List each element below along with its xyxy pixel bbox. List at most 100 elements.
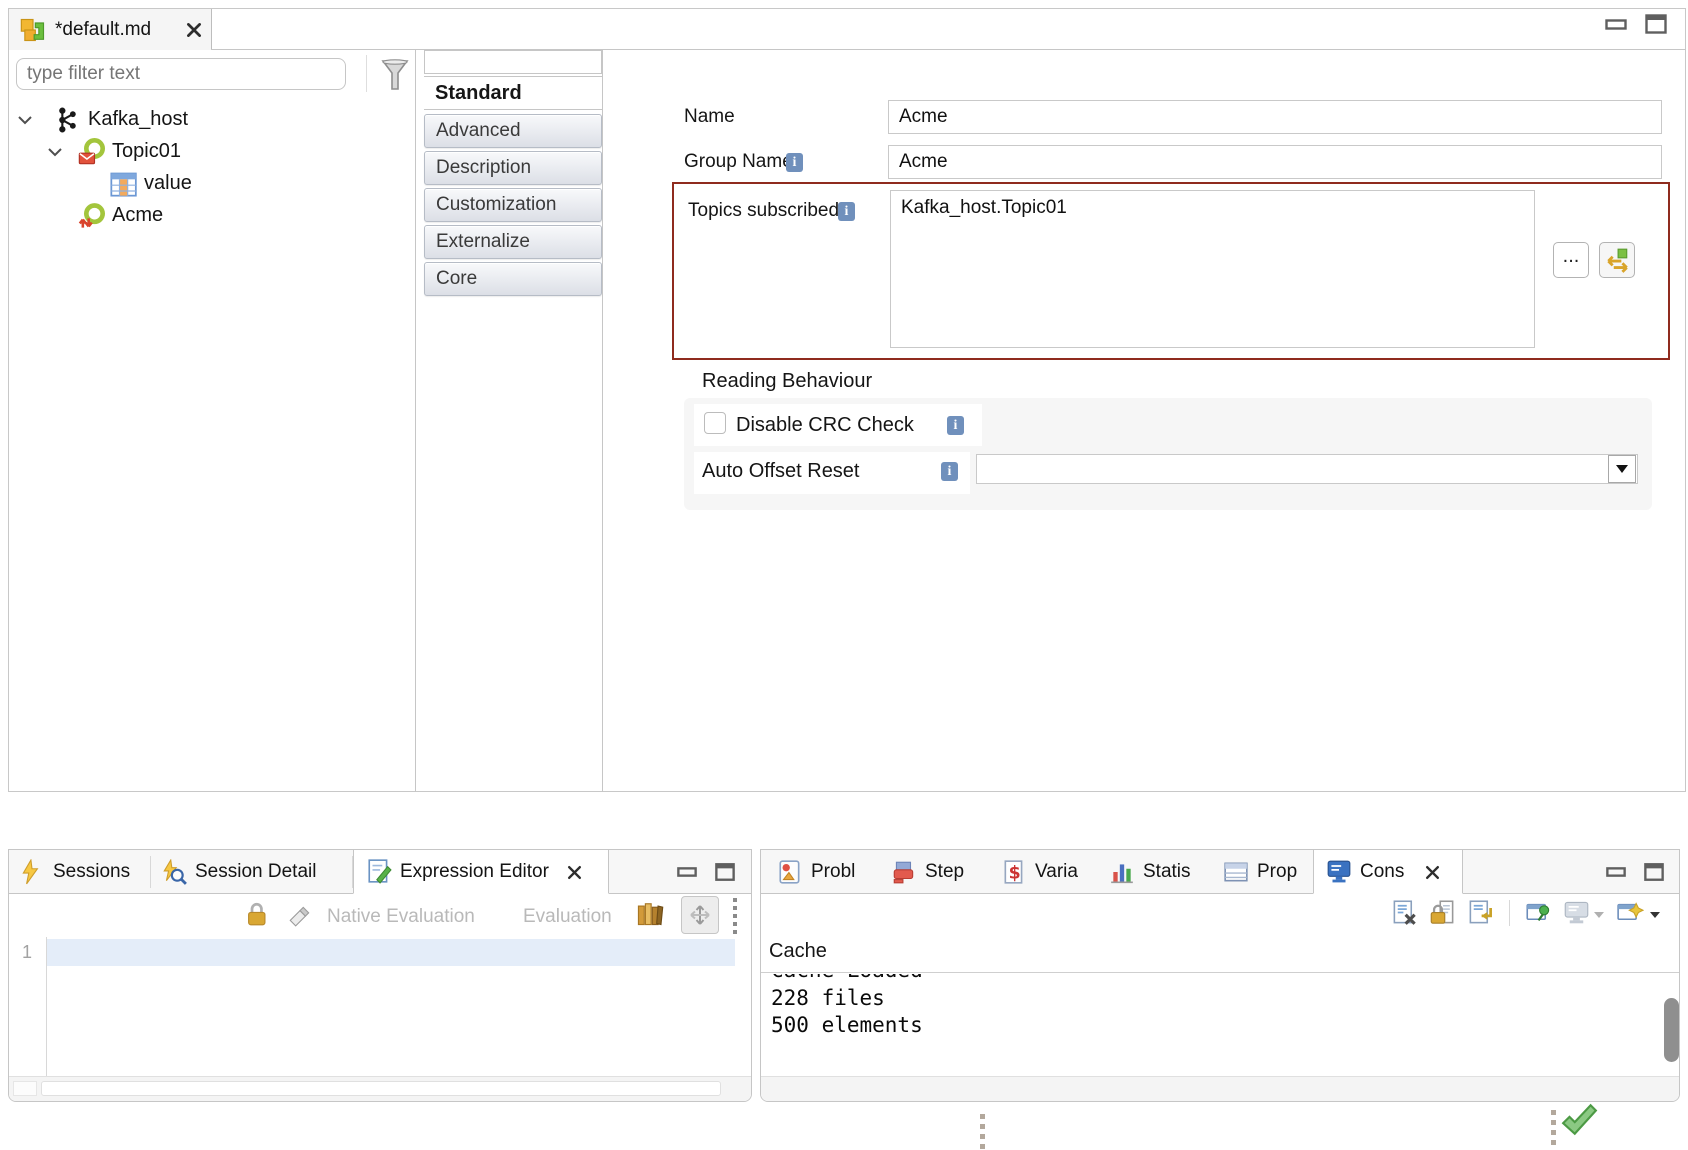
properties-table-icon: [1223, 859, 1249, 885]
props-tab-externalize[interactable]: Externalize: [424, 225, 602, 259]
lock-icon[interactable]: [243, 900, 270, 927]
table-column-icon: [109, 170, 137, 198]
sessions-lightning-icon: [19, 859, 45, 885]
native-evaluation-button[interactable]: Native Evaluation: [327, 906, 475, 928]
open-console-icon[interactable]: [1617, 899, 1644, 926]
word-wrap-icon[interactable]: [1467, 899, 1494, 926]
tab-expression-editor[interactable]: Expression Editor: [353, 850, 609, 894]
vertical-scrollbar-thumb[interactable]: [1664, 998, 1679, 1062]
toolbar-separator: [1509, 900, 1510, 926]
expand-arrows-button[interactable]: [681, 896, 719, 934]
library-books-icon[interactable]: [635, 898, 665, 928]
maximize-icon[interactable]: [1645, 13, 1667, 35]
application-window: *default.md Kafka_host: [0, 0, 1688, 1150]
tree-label: Topic01: [112, 140, 181, 163]
tab-console[interactable]: Cons: [1313, 850, 1463, 894]
chevron-down-icon[interactable]: [47, 146, 63, 158]
auto-offset-combo[interactable]: [976, 454, 1638, 484]
tab-properties[interactable]: Prop: [1215, 850, 1311, 894]
tab-session-detail[interactable]: Session Detail: [151, 850, 351, 894]
topics-info-icon: [838, 202, 855, 221]
expression-editor-view: Sessions Session Detail Expression Edito…: [8, 849, 752, 1102]
group-name-field[interactable]: [888, 145, 1662, 179]
dropdown-arrow-icon[interactable]: [1593, 911, 1605, 919]
tab-steps[interactable]: Step: [883, 850, 983, 894]
svg-text:$: $: [1009, 864, 1021, 884]
group-name-info-icon: [786, 153, 803, 172]
minimize-icon[interactable]: [1605, 19, 1627, 30]
console-text: 228 files: [771, 985, 885, 1012]
tree-label: Kafka_host: [88, 108, 188, 131]
filter-input[interactable]: [16, 58, 346, 90]
current-line-highlight[interactable]: [47, 939, 735, 966]
props-tab-label: Description: [436, 157, 531, 179]
tree-item-value[interactable]: value: [9, 168, 413, 200]
props-tab-advanced[interactable]: Advanced: [424, 114, 602, 148]
auto-offset-label: Auto Offset Reset: [702, 460, 860, 483]
metadata-file-icon: [19, 16, 47, 44]
horizontal-scrollbar[interactable]: [9, 1076, 751, 1101]
props-tab-core[interactable]: Core: [424, 262, 602, 296]
trim-drag-handle[interactable]: [980, 1114, 985, 1150]
session-detail-icon: [161, 859, 187, 885]
display-console-icon[interactable]: [1563, 899, 1590, 926]
console-top-border: [761, 972, 1679, 973]
evaluation-button[interactable]: Evaluation: [523, 906, 612, 928]
tab-problems[interactable]: Probl: [769, 850, 879, 894]
props-tab-standard[interactable]: Standard: [424, 76, 602, 110]
tab-label: Cons: [1360, 861, 1404, 883]
status-ok-check-icon[interactable]: [1560, 1102, 1598, 1138]
close-icon[interactable]: [185, 21, 203, 39]
reading-behaviour-title: Reading Behaviour: [702, 370, 872, 393]
pin-console-icon[interactable]: [1525, 899, 1552, 926]
horizontal-scrollbar[interactable]: [761, 1076, 1679, 1101]
tab-label: Sessions: [53, 861, 130, 883]
console-text: Cache Loaded: [771, 974, 1471, 983]
tab-sessions[interactable]: Sessions: [9, 850, 149, 894]
auto-offset-dropdown-button[interactable]: [1608, 455, 1636, 483]
dropdown-arrow-icon[interactable]: [1649, 911, 1661, 919]
tree-item-topic01[interactable]: Topic01: [9, 136, 413, 168]
scrollbar-thumb[interactable]: [41, 1081, 721, 1096]
eraser-icon[interactable]: [287, 902, 313, 928]
name-label: Name: [684, 106, 735, 128]
tab-statistics[interactable]: Statis: [1101, 850, 1213, 894]
filter-funnel-icon[interactable]: [380, 58, 410, 92]
props-tab-description[interactable]: Description: [424, 151, 602, 185]
tab-variables[interactable]: $ Varia: [993, 850, 1097, 894]
toolbar-drag-handle[interactable]: [733, 898, 737, 934]
kafka-host-icon: [53, 106, 81, 134]
tab-label: Statis: [1143, 861, 1191, 883]
chevron-down-icon[interactable]: [17, 114, 33, 126]
topics-browse-button[interactable]: ...: [1553, 242, 1589, 278]
editor-tab-default-md[interactable]: *default.md: [9, 9, 212, 50]
trim-drag-handle[interactable]: [1551, 1110, 1556, 1145]
maximize-icon[interactable]: [715, 862, 735, 882]
explorer-properties-divider[interactable]: [415, 50, 416, 792]
close-icon[interactable]: [566, 864, 583, 881]
variables-icon: $: [1001, 859, 1027, 885]
line-number: 1: [22, 942, 32, 963]
tree-item-acme[interactable]: Acme: [9, 200, 413, 232]
tree-label: Acme: [112, 204, 163, 227]
props-tab-customization[interactable]: Customization: [424, 188, 602, 222]
problems-icon: [777, 859, 803, 885]
clear-console-icon[interactable]: [1391, 899, 1418, 926]
maximize-icon[interactable]: [1644, 862, 1664, 882]
props-tab-label: Externalize: [436, 231, 530, 253]
topic-icon: [77, 138, 105, 166]
name-field[interactable]: [888, 100, 1662, 134]
tab-label: Step: [925, 861, 964, 883]
topics-subscribed-field[interactable]: Kafka_host.Topic01: [890, 190, 1535, 348]
console-cache-label: Cache: [769, 940, 827, 963]
topics-sync-button[interactable]: [1599, 242, 1635, 278]
tree-item-kafka-host[interactable]: Kafka_host: [9, 104, 413, 136]
expression-editor-icon: [366, 858, 392, 884]
props-tab-label: Customization: [436, 194, 556, 216]
minimize-icon[interactable]: [1606, 867, 1626, 877]
disable-crc-checkbox[interactable]: [704, 412, 726, 434]
scroll-lock-icon[interactable]: [1429, 899, 1456, 926]
close-icon[interactable]: [1424, 864, 1441, 881]
minimize-icon[interactable]: [677, 867, 697, 877]
tree-label: value: [144, 172, 192, 195]
